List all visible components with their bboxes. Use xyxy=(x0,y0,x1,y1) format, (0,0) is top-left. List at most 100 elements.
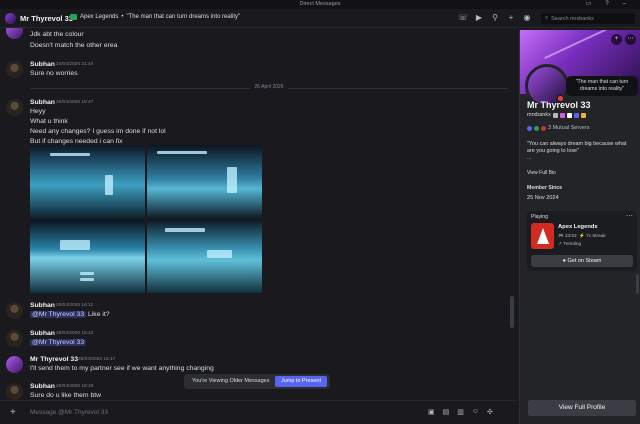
sticker-icon[interactable]: ▥ xyxy=(457,408,464,416)
attachment-image[interactable] xyxy=(30,220,145,293)
message-text-content: Like it? xyxy=(88,311,110,318)
message-author[interactable]: Subhan xyxy=(30,330,55,337)
user-profile-icon[interactable]: ◉ xyxy=(522,13,532,22)
member-since-date: 25 Nov 2024 xyxy=(527,195,559,201)
mutual-servers-label: 3 Mutual Servers xyxy=(548,125,590,131)
message-author[interactable]: Subhan xyxy=(30,383,55,390)
view-full-bio-link[interactable]: View Full Bio xyxy=(527,170,556,176)
gift-icon[interactable]: ▣ xyxy=(428,408,435,416)
add-friend-icon[interactable]: + xyxy=(611,34,622,45)
header-username[interactable]: Mr Thyrevol 33 xyxy=(20,14,73,23)
bio-text: "You can always dream big because what a… xyxy=(527,141,627,154)
avatar[interactable] xyxy=(6,383,23,400)
profile-bio: "You can always dream big because what a… xyxy=(527,141,635,162)
header-activity: Apex Legends • "The man that can turn dr… xyxy=(70,14,240,20)
activity-trending-row: ↗ Trending xyxy=(558,241,581,247)
bio-ellipsis: ... xyxy=(527,155,532,161)
steam-button-label: Get on Steam xyxy=(567,258,602,264)
mutual-servers[interactable]: 3 Mutual Servers xyxy=(527,125,590,131)
user-mention[interactable]: @Mr Thyrevol 33 xyxy=(30,339,87,346)
chat-scrollbar[interactable] xyxy=(510,296,514,328)
message-author[interactable]: Mr Thyrevol 33 xyxy=(30,356,78,363)
user-profile-panel: + ⋯ "The man that can turn dreams into r… xyxy=(519,30,640,424)
profile-username-row: mrxbankx xyxy=(527,112,586,118)
apex-legends-game-icon[interactable] xyxy=(531,223,554,249)
header-status: "The man that can turn dreams into reali… xyxy=(126,14,241,20)
message-author[interactable]: Subhan xyxy=(30,61,55,68)
server-icon xyxy=(527,125,532,131)
message-author[interactable]: Subhan xyxy=(30,302,55,309)
badge-icon[interactable] xyxy=(566,112,572,118)
activity-heading: Playing xyxy=(531,214,549,220)
quest-badge-icon[interactable] xyxy=(580,112,586,118)
attachment-image[interactable] xyxy=(147,220,262,293)
emoji-icon[interactable]: ☺ xyxy=(472,408,479,416)
search-icon: ⌕ xyxy=(545,15,549,21)
jump-to-present-button[interactable]: Jump to Present xyxy=(275,376,327,387)
activity-more-icon[interactable]: ⋯ xyxy=(626,212,633,220)
profile-name-text: Mr Thyrevol xyxy=(527,100,579,110)
view-full-profile-button[interactable]: View Full Profile xyxy=(528,400,636,416)
search-input[interactable]: ⌕ Search mrxbankx xyxy=(541,13,635,24)
avatar[interactable] xyxy=(6,28,23,39)
message-input[interactable]: Message @Mr Thyrevol 33 xyxy=(30,409,108,416)
message-author[interactable]: Subhan xyxy=(30,99,55,106)
message-text: @Mr Thyrevol 33 xyxy=(30,339,87,346)
badge-icon[interactable] xyxy=(552,112,558,118)
pin-icon[interactable]: ⚲ xyxy=(490,13,500,22)
header-avatar[interactable] xyxy=(5,13,16,24)
voice-call-icon[interactable]: ☏ xyxy=(458,13,468,22)
avatar[interactable] xyxy=(6,330,23,347)
header-game: Apex Legends xyxy=(80,14,119,20)
user-mention[interactable]: @Mr Thyrevol 33 xyxy=(30,311,87,318)
header-toolbar: ☏ ▶ ⚲ + ◉ xyxy=(458,13,532,22)
avatar[interactable] xyxy=(6,61,23,78)
attachment-image[interactable] xyxy=(30,145,145,218)
activity-card: Playing ⋯ Apex Legends 🎮 33:53 ⚡ 7x Stre… xyxy=(527,211,637,271)
window-title: Direct Messages xyxy=(299,1,341,7)
message-text: I'll send them to my partner see if we w… xyxy=(30,365,214,372)
message-timestamp: 26/04/2026 15:47 xyxy=(56,100,94,105)
message-timestamp: 26/04/2026 16:19 xyxy=(56,384,94,389)
avatar[interactable] xyxy=(6,99,23,116)
message-text: Doesn't match the other erea xyxy=(30,42,118,49)
attachment-image[interactable] xyxy=(147,145,262,218)
avatar[interactable] xyxy=(6,302,23,319)
add-friends-icon[interactable]: + xyxy=(506,13,516,22)
apps-icon[interactable]: ✣ xyxy=(487,408,493,416)
trending-icon: ↗ xyxy=(558,241,562,246)
message-text: Sure do u like them btw xyxy=(30,392,102,399)
inbox-icon[interactable]: ▭ xyxy=(586,0,592,8)
message-timestamp: 26/04/2026 16:12 xyxy=(56,303,94,308)
date-divider: 26 April 2026 xyxy=(30,84,508,90)
chat-messages: Jdk abt the colour Doesn't match the oth… xyxy=(0,28,518,400)
boost-badge-icon[interactable] xyxy=(573,112,579,118)
message-timestamp: 26/04/2026 16:17 xyxy=(78,357,116,362)
nitro-badge-icon[interactable] xyxy=(559,112,565,118)
activity-trending: Trending xyxy=(563,241,582,246)
activity-streak: 7x Streak xyxy=(586,233,606,238)
profile-badge: 33 xyxy=(580,100,591,110)
activity-time: 33:53 xyxy=(565,233,577,238)
help-icon[interactable]: ? xyxy=(605,0,608,8)
search-placeholder: Search mrxbankx xyxy=(551,15,594,22)
gif-icon[interactable]: ▤ xyxy=(443,408,450,416)
message-text: Need any changes? I guess im done if not… xyxy=(30,128,166,135)
date-divider-label: 26 April 2026 xyxy=(250,84,288,90)
more-options-icon[interactable]: ⋯ xyxy=(625,34,636,45)
message-text: Jdk abt the colour xyxy=(30,31,84,38)
add-attachment-icon[interactable]: + xyxy=(10,407,16,418)
window-controls: ▭ ? – xyxy=(586,0,626,8)
video-call-icon[interactable]: ▶ xyxy=(474,13,484,22)
get-on-steam-button[interactable]: ● Get on Steam xyxy=(531,255,633,267)
steam-icon: ● xyxy=(562,258,566,264)
avatar[interactable] xyxy=(6,356,23,373)
profile-scrollbar[interactable] xyxy=(636,274,639,294)
profile-username: mrxbankx xyxy=(527,112,551,118)
message-composer: + Message @Mr Thyrevol 33 ▣ ▤ ▥ ☺ ✣ xyxy=(0,400,518,424)
member-since-heading: Member Since xyxy=(527,185,563,191)
minimize-icon[interactable]: – xyxy=(623,0,626,8)
author-name: Mr Thyrevol xyxy=(30,356,69,363)
profile-display-name: Mr Thyrevol 33 xyxy=(527,100,591,110)
older-messages-label: You're Viewing Older Messages xyxy=(192,378,270,384)
